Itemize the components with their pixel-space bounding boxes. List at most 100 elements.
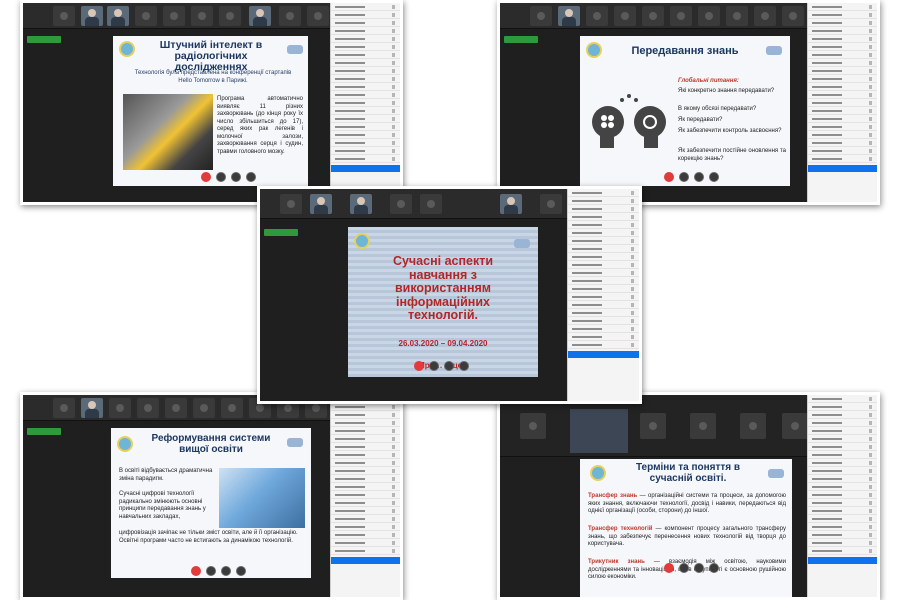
more-button[interactable] (236, 566, 246, 576)
slide-title: Терміни та поняття в сучасній освіті. (635, 462, 741, 484)
participant-tile[interactable] (163, 6, 185, 26)
more-button[interactable] (459, 361, 469, 371)
view-mode-label[interactable] (27, 428, 61, 435)
mute-button[interactable] (414, 361, 424, 371)
more-button[interactable] (709, 563, 719, 573)
chat-bar[interactable] (568, 351, 639, 358)
participant-tile[interactable] (279, 6, 301, 26)
participant-video[interactable] (81, 398, 103, 418)
participant-strip (23, 3, 333, 29)
video-button[interactable] (679, 172, 689, 182)
slide-body-1: В освіті відбувається драматична зміна п… (119, 468, 213, 482)
shared-slide: Штучний інтелект в радіологічних дослідж… (113, 36, 308, 186)
term-item-1: Трансфер знань — організаційні системи т… (588, 493, 786, 516)
term-item-2: Трансфер технологій — компонент процесу … (588, 526, 786, 549)
gem-logo-icon (287, 438, 303, 447)
presentation-controls (414, 361, 469, 375)
slide-dates: 26.03.2020 – 09.04.2020 (398, 339, 488, 348)
participant-tile[interactable] (219, 6, 241, 26)
screenshot-title-slide: Сучасні аспекти навчання з використанням… (257, 186, 642, 404)
participant-video[interactable] (558, 6, 580, 26)
mute-button[interactable] (664, 563, 674, 573)
participant-tile[interactable] (540, 194, 562, 214)
slide-subtitle: Технологія була представлена на конферен… (134, 70, 292, 84)
participant-tile[interactable] (740, 413, 766, 439)
participant-tile[interactable] (782, 413, 808, 439)
participants-panel (330, 3, 400, 202)
participant-tile[interactable] (135, 6, 157, 26)
video-button[interactable] (429, 361, 439, 371)
participant-tile[interactable] (586, 6, 608, 26)
participant-tile[interactable] (191, 6, 213, 26)
share-button[interactable] (231, 172, 241, 182)
participant-tile[interactable] (137, 398, 159, 418)
participant-tile[interactable] (390, 194, 412, 214)
university-logo-icon (586, 42, 602, 58)
participant-tile[interactable] (698, 6, 720, 26)
share-button[interactable] (694, 172, 704, 182)
shared-slide: Сучасні аспекти навчання з використанням… (348, 227, 538, 377)
view-mode-label[interactable] (504, 36, 538, 43)
slide-body-3: цифровізація зачіпає не тільки зміст осв… (119, 530, 298, 544)
question-2: В якому обсязі передавати? (678, 106, 757, 112)
mute-button[interactable] (664, 172, 674, 182)
participant-tile[interactable] (782, 6, 804, 26)
participants-panel (330, 395, 400, 597)
participant-video[interactable] (500, 194, 522, 214)
chat-bar[interactable] (808, 557, 877, 564)
participant-tile[interactable] (754, 6, 776, 26)
video-button[interactable] (206, 566, 216, 576)
participant-video[interactable] (107, 6, 129, 26)
university-logo-icon (119, 41, 135, 57)
participant-tile[interactable] (520, 413, 546, 439)
participant-video[interactable] (249, 6, 271, 26)
global-questions-label: Глобальні питання: (678, 78, 739, 84)
chat-bar[interactable] (331, 165, 400, 172)
more-button[interactable] (246, 172, 256, 182)
participant-strip (500, 395, 810, 457)
more-button[interactable] (709, 172, 719, 182)
view-mode-label[interactable] (27, 36, 61, 43)
participant-tile[interactable] (640, 413, 666, 439)
question-3: Як передавати? (678, 117, 723, 123)
participant-video[interactable] (310, 194, 332, 214)
participant-tile[interactable] (307, 6, 329, 26)
participant-tile[interactable] (53, 6, 75, 26)
participant-tile[interactable] (280, 194, 302, 214)
participant-tile[interactable] (221, 398, 243, 418)
share-button[interactable] (444, 361, 454, 371)
participant-tile[interactable] (614, 6, 636, 26)
participant-tile[interactable] (165, 398, 187, 418)
video-button[interactable] (679, 563, 689, 573)
university-logo-icon (117, 436, 133, 452)
question-5: Як забезпечити постійне оновлення та кор… (678, 148, 786, 162)
chat-bar[interactable] (331, 557, 400, 564)
participant-tile[interactable] (670, 6, 692, 26)
screenshot-ai-radiology: Штучний інтелект в радіологічних дослідж… (20, 0, 403, 205)
slide-body-2: Сучасні цифрові технології радикально зм… (119, 491, 206, 520)
share-button[interactable] (694, 563, 704, 573)
view-mode-label[interactable] (264, 229, 298, 236)
screenshot-terms-concepts: Терміни та поняття в сучасній освіті. Тр… (497, 392, 880, 600)
mute-button[interactable] (201, 172, 211, 182)
chat-bar[interactable] (808, 165, 877, 172)
participant-strip (260, 189, 570, 219)
shared-slide: Терміни та поняття в сучасній освіті. Тр… (580, 459, 792, 597)
participant-tile[interactable] (53, 398, 75, 418)
university-logo-icon (354, 233, 370, 249)
participant-tile[interactable] (420, 194, 442, 214)
participants-panel (567, 189, 639, 401)
participant-video[interactable] (350, 194, 372, 214)
participant-tile[interactable] (690, 413, 716, 439)
participant-video[interactable] (81, 6, 103, 26)
participant-tile[interactable] (193, 398, 215, 418)
share-button[interactable] (221, 566, 231, 576)
participant-tile[interactable] (642, 6, 664, 26)
video-button[interactable] (216, 172, 226, 182)
participant-tile[interactable] (530, 6, 552, 26)
active-speaker-video[interactable] (570, 409, 628, 453)
participant-tile[interactable] (109, 398, 131, 418)
gem-logo-icon (766, 46, 782, 55)
participant-tile[interactable] (726, 6, 748, 26)
mute-button[interactable] (191, 566, 201, 576)
